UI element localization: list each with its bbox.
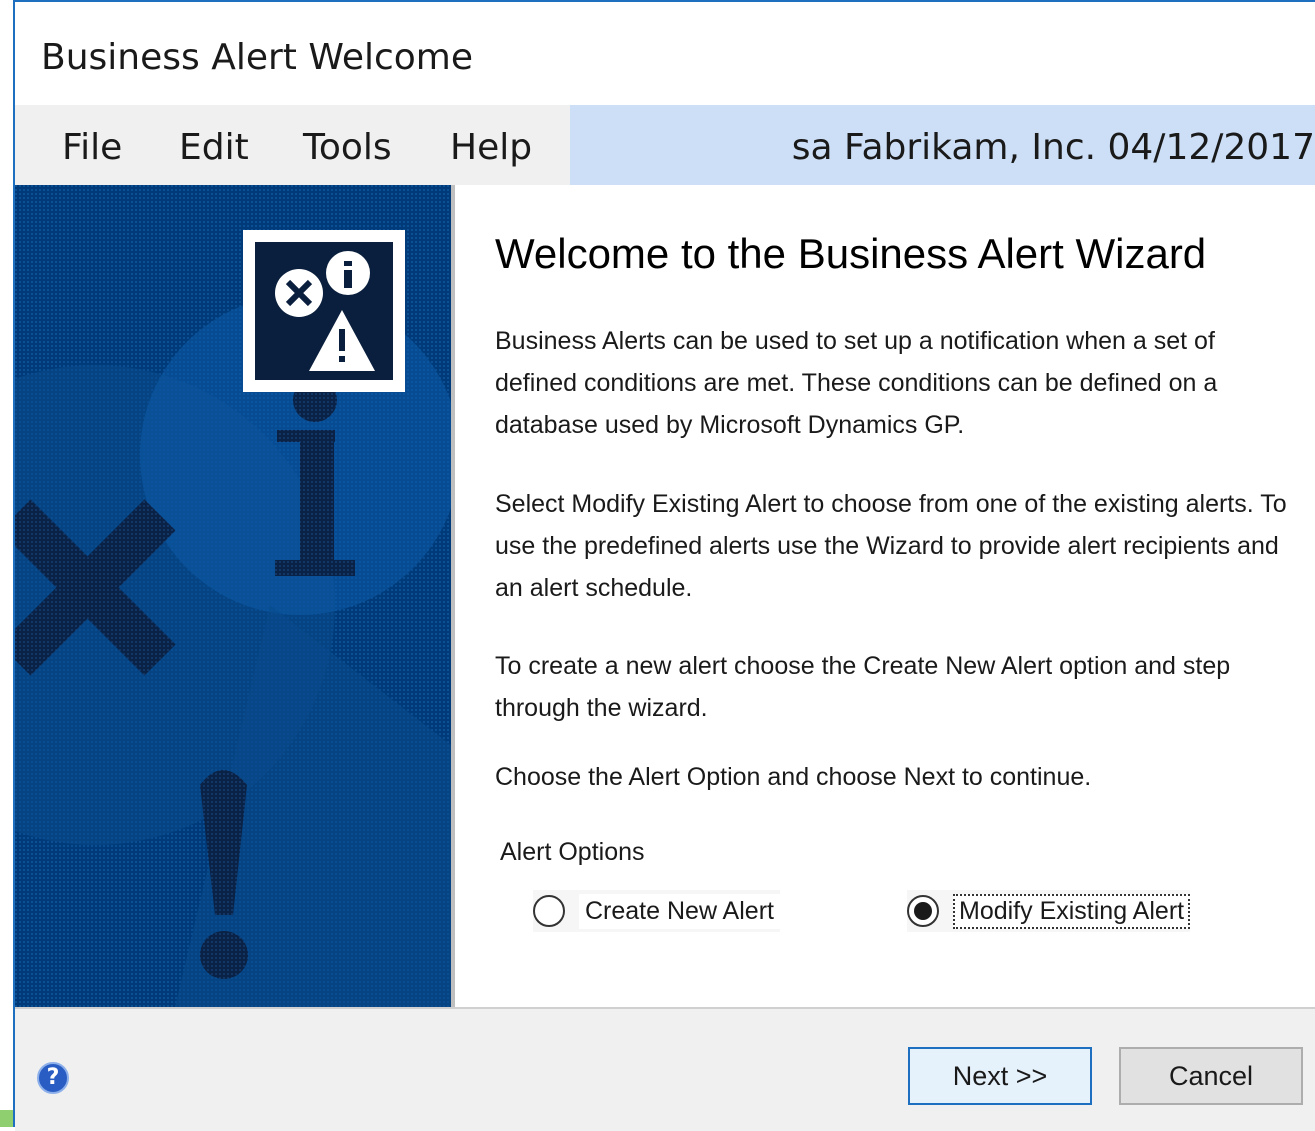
menu-help[interactable]: Help — [450, 127, 532, 168]
wizard-content: Welcome to the Business Alert Wizard Bus… — [455, 185, 1315, 1007]
wizard-heading: Welcome to the Business Alert Wizard — [495, 230, 1207, 277]
create-paragraph: To create a new alert choose the Create … — [495, 652, 1231, 722]
alert-illustration-icon — [15, 185, 451, 1007]
menu-tools[interactable]: Tools — [303, 127, 392, 168]
modify-existing-alert-option[interactable]: Modify Existing Alert — [907, 890, 1191, 932]
modify-paragraph: Select Modify Existing Alert to choose f… — [495, 490, 1287, 602]
modify-existing-alert-label[interactable]: Modify Existing Alert — [953, 893, 1191, 929]
modify-existing-alert-radio[interactable] — [907, 895, 939, 927]
alert-options-label: Alert Options — [500, 838, 645, 866]
intro-paragraph: Business Alerts can be used to set up a … — [495, 327, 1218, 439]
wizard-side-illustration — [15, 185, 451, 1007]
title-bar: Business Alert Welcome — [15, 2, 1315, 105]
help-icon[interactable]: ? — [37, 1062, 69, 1094]
menu-file[interactable]: File — [62, 127, 122, 168]
cancel-button[interactable]: Cancel — [1119, 1047, 1303, 1105]
menu-edit[interactable]: Edit — [179, 127, 249, 168]
button-bar: ? Next >> Cancel — [15, 1007, 1315, 1131]
instruction-paragraph: Choose the Alert Option and choose Next … — [495, 763, 1092, 791]
business-alert-window: Business Alert Welcome File Edit Tools H… — [13, 0, 1315, 1131]
next-button[interactable]: Next >> — [908, 1047, 1092, 1105]
user-company-date-bar: sa Fabrikam, Inc. 04/12/2017 — [570, 105, 1315, 185]
desktop-edge-accent — [0, 1110, 13, 1127]
create-new-alert-label[interactable]: Create New Alert — [579, 893, 780, 929]
window-title: Business Alert Welcome — [41, 37, 473, 78]
create-new-alert-option[interactable]: Create New Alert — [533, 890, 780, 932]
create-new-alert-radio[interactable] — [533, 895, 565, 927]
user-company-date: sa Fabrikam, Inc. 04/12/2017 — [791, 127, 1315, 168]
menu-bar: File Edit Tools Help sa Fabrikam, Inc. 0… — [15, 105, 1315, 185]
